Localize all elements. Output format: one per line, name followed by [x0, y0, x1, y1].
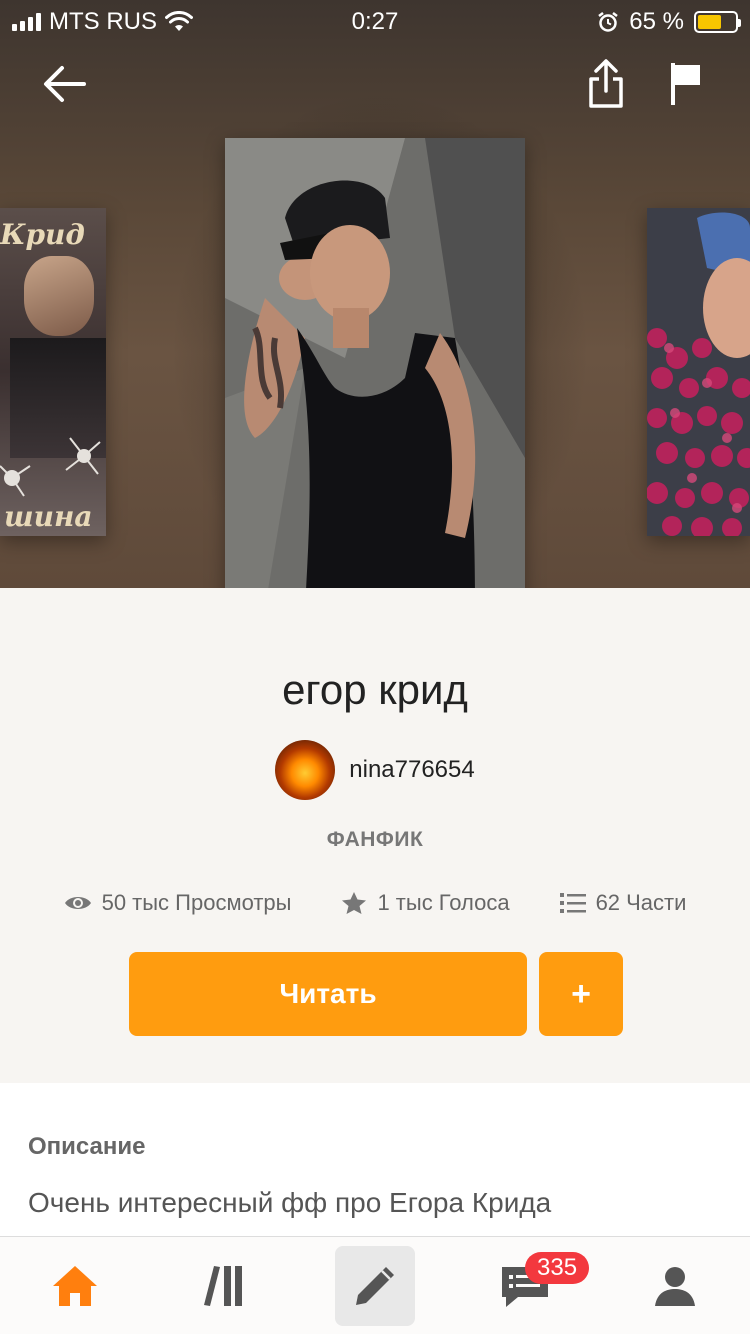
status-right: 65 % — [597, 8, 741, 36]
author-row[interactable]: nina776654 — [0, 740, 750, 800]
cover-left-preview[interactable]: Крид шина — [0, 208, 106, 536]
cover-right-preview[interactable] — [647, 208, 750, 536]
story-header: MTS RUS 0:27 65 % Крид шина — [0, 0, 750, 588]
battery-level — [698, 15, 722, 29]
cover-left-subtitle: шина — [4, 500, 93, 533]
stat-parts: 62 Части — [559, 890, 687, 916]
library-icon — [204, 1265, 242, 1306]
arrow-left-icon — [44, 66, 86, 102]
cover-left-portrait — [24, 256, 94, 336]
flag-icon — [671, 63, 700, 105]
messages-badge: 335 — [525, 1251, 590, 1284]
stat-votes: 1 тыс Голоса — [341, 890, 510, 916]
author-avatar[interactable] — [275, 740, 336, 800]
parts-label: 62 Части — [595, 890, 687, 915]
share-button[interactable] — [576, 54, 636, 114]
pencil-icon — [356, 1266, 394, 1305]
views-label: 50 тыс Просмотры — [101, 890, 292, 915]
battery-percent: 65 % — [629, 8, 684, 35]
alarm-icon — [598, 12, 619, 32]
story-stats: 50 тыс Просмотры 1 тыс Голоса 62 Части — [0, 890, 750, 916]
home-icon — [53, 1265, 97, 1306]
nav-profile[interactable] — [635, 1246, 715, 1326]
read-button[interactable]: Читать — [129, 952, 527, 1036]
story-info: егор крид nina776654 ФАНФИК 50 тыс Просм… — [0, 588, 750, 1083]
stat-views: 50 тыс Просмотры — [64, 890, 292, 916]
profile-icon — [655, 1266, 695, 1306]
cover-photo — [225, 138, 525, 588]
cover-left-cracks — [0, 437, 101, 497]
share-icon — [589, 59, 623, 108]
nav-write[interactable] — [335, 1245, 415, 1326]
description-section: Описание Очень интересный фф про Егора К… — [0, 1083, 750, 1243]
nav-library[interactable] — [185, 1246, 265, 1326]
story-title: егор крид — [282, 666, 468, 713]
plus-icon: + — [571, 974, 591, 1013]
nav-messages[interactable]: 335 — [485, 1246, 590, 1326]
report-button[interactable] — [656, 54, 716, 114]
battery-icon — [694, 11, 741, 33]
description-heading: Описание — [28, 1133, 146, 1160]
list-icon — [559, 893, 586, 913]
eye-icon — [64, 897, 91, 909]
story-genre[interactable]: ФАНФИК — [0, 828, 750, 852]
cover-right-photo — [647, 208, 750, 536]
add-to-library-button[interactable]: + — [539, 952, 623, 1036]
bottom-nav: 335 — [0, 1236, 750, 1334]
status-bar: MTS RUS 0:27 65 % — [0, 0, 750, 42]
description-text: Очень интересный фф про Егора Крида — [28, 1187, 552, 1218]
nav-home[interactable] — [35, 1246, 115, 1326]
votes-label: 1 тыс Голоса — [377, 890, 510, 915]
cover-left-title: Крид — [0, 218, 85, 251]
author-name[interactable]: nina776654 — [349, 756, 474, 784]
story-cover[interactable] — [225, 138, 525, 588]
back-button[interactable] — [34, 54, 94, 114]
star-icon — [342, 892, 367, 914]
